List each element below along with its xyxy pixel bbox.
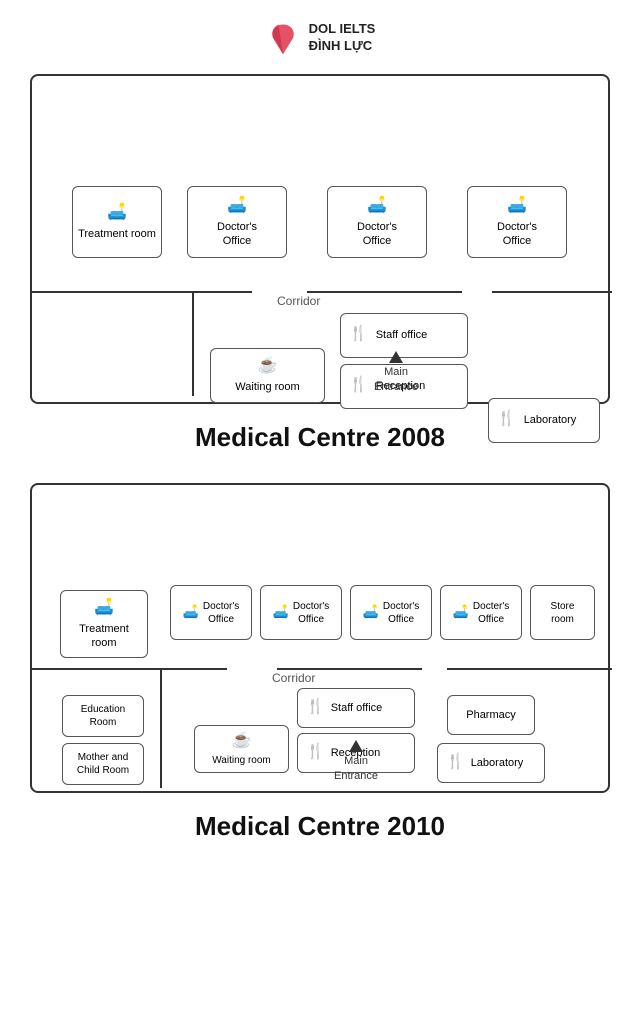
doctor-office-3-2008: 🛋️ Doctor'sOffice <box>467 186 567 258</box>
fork-icon: 🍴 <box>306 742 325 762</box>
waiting-room-2008: ☕ Waiting room <box>210 348 325 403</box>
corridor-label-2008: Corridor <box>277 294 320 308</box>
floor-plan-2008: Corridor 🛋️ Treatment room 🛋️ Doctor'sOf… <box>30 74 610 404</box>
logo: DOL IELTS ĐÌNH LỰC <box>265 20 376 56</box>
sofa-icon: 🛋️ <box>94 598 114 619</box>
waiting-room-2010: ☕ Waiting room <box>194 725 289 773</box>
laboratory-2008: 🍴 Laboratory <box>488 398 600 443</box>
logo-line2: ĐÌNH LỰC <box>309 38 376 55</box>
arrow-up-icon <box>389 351 403 363</box>
pharmacy-2010: Pharmacy <box>447 695 535 735</box>
fork-icon: 🍴 <box>306 697 325 717</box>
doctor-office-4-2010: 🛋️ Docter'sOffice <box>440 585 522 640</box>
sofa-icon: 🛋️ <box>107 203 127 224</box>
staff-office-2010: 🍴 Staff office <box>297 688 415 728</box>
doctor-office-1-2010: 🛋️ Doctor'sOffice <box>170 585 252 640</box>
coffee-icon: ☕ <box>258 356 278 377</box>
treatment-room-2010: 🛋️ Treatmentroom <box>60 590 148 658</box>
logo-line1: DOL IELTS <box>309 21 376 38</box>
main-entrance-2010: MainEntrance <box>334 740 378 783</box>
laboratory-2010: 🍴 Laboratory <box>437 743 545 783</box>
arrow-up-icon <box>349 740 363 752</box>
main-entrance-2008: MainEntrance <box>374 351 418 394</box>
fork-icon: 🍴 <box>349 324 368 344</box>
fork-icon: 🍴 <box>446 752 465 772</box>
doctor-office-1-2008: 🛋️ Doctor'sOffice <box>187 186 287 258</box>
corridor-label-2010: Corridor <box>272 671 315 685</box>
treatment-room-2008: 🛋️ Treatment room <box>72 186 162 258</box>
sofa-icon: 🛋️ <box>507 196 527 217</box>
mother-child-room-2010: Mother andChild Room <box>62 743 144 785</box>
doctor-office-2-2008: 🛋️ Doctor'sOffice <box>327 186 427 258</box>
logo-icon <box>265 20 301 56</box>
floor-plan-2010: Corridor 🛋️ Treatmentroom 🛋️ Doctor'sOff… <box>30 483 610 793</box>
doctor-office-3-2010: 🛋️ Doctor'sOffice <box>350 585 432 640</box>
plan-title-2008: Medical Centre 2008 <box>195 422 445 453</box>
education-room-2010: EducationRoom <box>62 695 144 737</box>
fork-icon: 🍴 <box>497 409 516 429</box>
store-room-2010: Storeroom <box>530 585 595 640</box>
sofa-icon: 🛋️ <box>367 196 387 217</box>
coffee-icon: ☕ <box>232 731 252 752</box>
plan-title-2010: Medical Centre 2010 <box>195 811 445 842</box>
fork-icon: 🍴 <box>349 375 368 395</box>
doctor-office-2-2010: 🛋️ Doctor'sOffice <box>260 585 342 640</box>
sofa-icon: 🛋️ <box>227 196 247 217</box>
